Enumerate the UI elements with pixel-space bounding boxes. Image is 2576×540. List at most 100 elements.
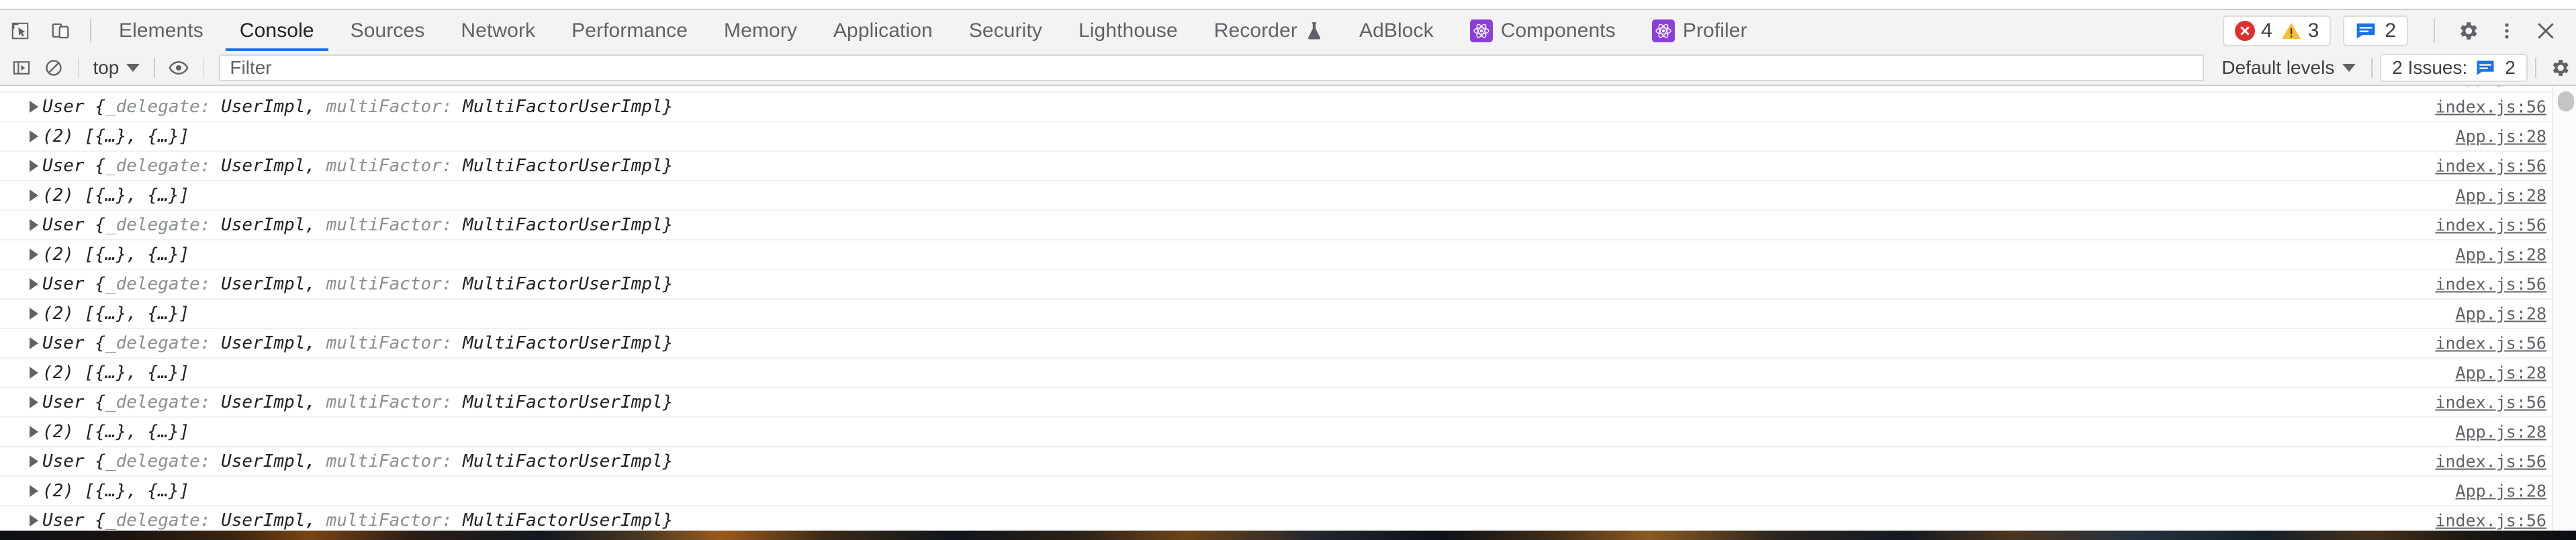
console-log-row[interactable]: User {_delegate: UserImpl, multiFactor: … [0, 152, 2576, 181]
console-log-row[interactable]: (2) [{…}, {…}] App.js:28 [0, 300, 2576, 329]
console-log-row[interactable]: (2) [{…}, {…}]App.js:28 [0, 477, 2576, 506]
log-levels-selector[interactable]: Default levels [2213, 54, 2364, 81]
tab-memory[interactable]: Memory [706, 10, 815, 51]
tab-sources[interactable]: Sources [332, 10, 443, 51]
error-counter[interactable]: 4 [2234, 19, 2272, 42]
console-log-row[interactable]: User {_delegate: UserImpl, multiFactor: … [0, 93, 2576, 122]
disclosure-triangle-icon[interactable] [30, 485, 38, 497]
filter-input[interactable] [219, 54, 2205, 81]
device-toolbar-icon[interactable] [40, 11, 81, 51]
kebab-menu-icon[interactable] [2487, 11, 2526, 50]
source-location-link[interactable]: index.js:56 [2435, 393, 2546, 412]
disclosure-triangle-icon[interactable] [30, 455, 38, 467]
react-icon [1469, 19, 1493, 42]
console-log-message: User {_delegate: UserImpl, multiFactor: … [42, 333, 674, 353]
console-log-row[interactable]: User {_delegate: UserImpl, multiFactor: … [0, 447, 2576, 477]
source-location-link[interactable]: index.js:56 [2435, 511, 2546, 531]
tab-recorder[interactable]: Recorder [1196, 10, 1341, 51]
disclosure-triangle-icon[interactable] [30, 249, 38, 261]
console-log-row[interactable]: (2) [{…}, {…}]App.js:28 [0, 122, 2576, 152]
console-log-message: (2) [{…}, {…}] [42, 422, 190, 442]
source-location-link[interactable]: index.js:56 [2435, 216, 2546, 235]
javascript-context-selector[interactable]: top [86, 54, 146, 81]
tab-label: Network [461, 19, 536, 42]
console-log-message: User {_delegate: UserImpl, multiFactor: … [42, 274, 674, 294]
console-log-row[interactable]: (2) [{…}, {…}]App.js:28 [0, 240, 2576, 270]
source-location-link[interactable]: App.js:28 [2456, 363, 2546, 383]
console-log-message: User {_delegate: UserImpl, multiFactor: … [42, 510, 674, 531]
gear-icon[interactable] [2448, 11, 2487, 50]
tab-security[interactable]: Security [951, 10, 1060, 51]
tabbar-left-tools [0, 10, 101, 51]
devtools-tabbar: Elements Console Sources Network Perform… [0, 9, 2576, 52]
console-log-row[interactable]: (2) [{…}, {…}]App.js:28 [0, 359, 2576, 388]
close-icon[interactable] [2526, 11, 2565, 50]
console-log-row[interactable]: User {_delegate: UserImpl, multiFactor: … [0, 388, 2576, 418]
disclosure-triangle-icon[interactable] [30, 101, 38, 113]
source-location-link[interactable]: App.js:28 [2456, 482, 2546, 501]
disclosure-triangle-icon[interactable] [30, 514, 38, 527]
clear-console-icon[interactable] [38, 52, 70, 84]
disclosure-triangle-icon[interactable] [30, 337, 38, 349]
source-location-link[interactable]: index.js:56 [2435, 275, 2546, 294]
disclosure-triangle-icon[interactable] [30, 396, 38, 408]
disclosure-triangle-icon[interactable] [30, 160, 38, 172]
flask-icon [1305, 21, 1323, 41]
tab-console[interactable]: Console [222, 10, 332, 52]
disclosure-triangle-icon[interactable] [30, 130, 38, 142]
tab-elements[interactable]: Elements [101, 10, 222, 51]
tab-label: Elements [119, 19, 203, 42]
console-log-row[interactable]: User {_delegate: UserImpl, multiFactor: … [0, 329, 2576, 359]
console-scrollbar[interactable] [2552, 86, 2576, 531]
warning-icon [2281, 21, 2302, 41]
disclosure-triangle-icon[interactable] [30, 308, 38, 320]
console-sidebar-icon[interactable] [5, 52, 38, 84]
tab-network[interactable]: Network [443, 10, 553, 51]
source-location-link[interactable]: App.js:28 [2456, 186, 2546, 206]
tab-lighthouse[interactable]: Lighthouse [1060, 10, 1196, 51]
inspect-element-icon[interactable] [0, 11, 40, 51]
disclosure-triangle-icon[interactable] [30, 189, 38, 201]
devtools-tab-list: Elements Console Sources Network Perform… [101, 10, 1765, 52]
devtools-window: Elements Console Sources Network Perform… [0, 0, 2576, 540]
tab-profiler[interactable]: Profiler [1634, 10, 1765, 51]
console-log-row[interactable]: User {_delegate: UserImpl, multiFactor: … [0, 211, 2576, 240]
source-location-link[interactable]: index.js:56 [2435, 156, 2546, 176]
tab-performance[interactable]: Performance [553, 10, 706, 51]
console-log-row[interactable]: User {_delegate: UserImpl, multiFactor: … [0, 270, 2576, 300]
source-location-link[interactable]: App.js:28 [2456, 127, 2546, 146]
source-location-link[interactable]: index.js:56 [2435, 334, 2546, 353]
disclosure-triangle-icon[interactable] [30, 219, 38, 231]
source-location-link[interactable]: App.js:28 [2456, 245, 2546, 265]
console-log-message: (2) [{…}, {…}] [42, 304, 190, 324]
tab-application[interactable]: Application [815, 10, 951, 51]
disclosure-triangle-icon[interactable] [30, 426, 38, 438]
console-log-area[interactable]: (2) [{…}, {…}] App.js:28 User {_delegate: … [0, 86, 2576, 531]
message-count: 2 [2385, 19, 2396, 42]
warning-counter[interactable]: 3 [2281, 19, 2319, 42]
source-location-link[interactable]: App.js:28 [2456, 86, 2546, 87]
issue-counters[interactable]: 4 3 [2222, 15, 2332, 46]
disclosure-triangle-icon[interactable] [30, 367, 38, 379]
console-log-row[interactable]: (2) [{…}, {…}]App.js:28 [0, 86, 2576, 93]
live-expression-eye-icon[interactable] [163, 52, 195, 84]
source-location-link[interactable]: App.js:28 [2456, 422, 2546, 442]
console-log-row[interactable]: (2) [{…}, {…}]App.js:28 [0, 181, 2576, 211]
tab-components[interactable]: Components [1452, 10, 1634, 51]
issues-button[interactable]: 2 Issues: 2 [2380, 54, 2528, 82]
source-location-link[interactable]: App.js:28 [2456, 304, 2546, 324]
console-log-message: User {_delegate: UserImpl, multiFactor: … [42, 392, 674, 412]
source-location-link[interactable]: index.js:56 [2435, 97, 2546, 117]
console-scrollbar-thumb[interactable] [2558, 91, 2574, 111]
console-log-row[interactable]: User {_delegate: UserImpl, multiFactor: … [0, 506, 2576, 531]
disclosure-triangle-icon[interactable] [30, 278, 38, 290]
tab-label: Security [968, 19, 1042, 42]
message-counter[interactable]: 2 [2343, 15, 2408, 46]
tab-adblock[interactable]: AdBlock [1341, 10, 1452, 51]
tab-label: Memory [723, 19, 797, 42]
context-label: top [93, 57, 120, 78]
source-location-link[interactable]: index.js:56 [2435, 452, 2546, 471]
console-toolbar-divider [2371, 58, 2373, 78]
console-log-row[interactable]: (2) [{…}, {…}] App.js:28 [0, 418, 2576, 447]
console-settings-gear-icon[interactable] [2544, 52, 2576, 84]
